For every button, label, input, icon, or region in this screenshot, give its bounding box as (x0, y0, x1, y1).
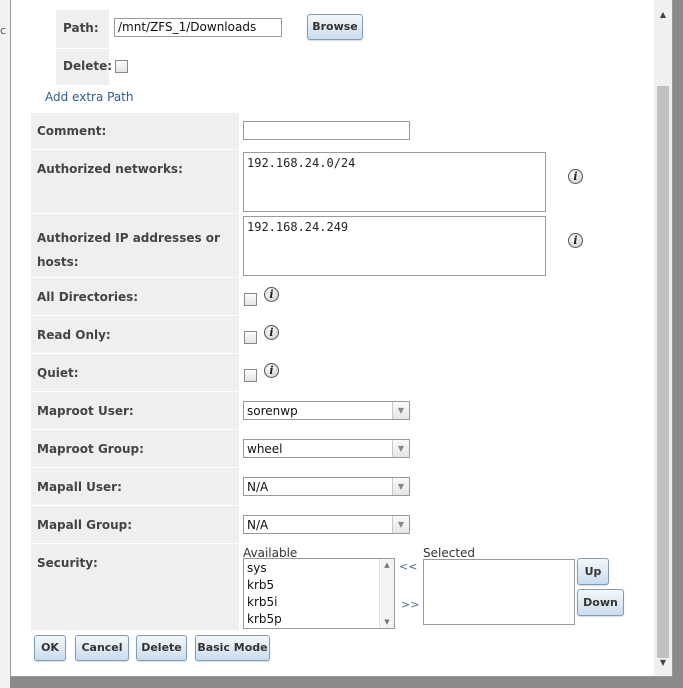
quiet-label: Quiet: (37, 366, 79, 380)
mapall-user-value: N/A (247, 480, 269, 494)
available-listbox[interactable]: sys krb5 krb5i krb5p ▲ ▼ (243, 558, 395, 629)
browse-button[interactable]: Browse (307, 14, 363, 40)
nfs-share-dialog: Path: /mnt/ZFS_1/Downloads Browse Delete… (10, 0, 673, 677)
maproot-user-value: sorenwp (247, 404, 298, 418)
path-label: Path: (63, 21, 99, 35)
authorized-networks-label: Authorized networks: (37, 162, 183, 176)
ok-button[interactable]: OK (34, 635, 66, 661)
info-icon[interactable]: i (568, 233, 583, 248)
authorized-hosts-label-line2: hosts: (37, 255, 79, 269)
move-right-button[interactable]: >> (401, 598, 419, 611)
comment-label-cell: Comment: (31, 113, 239, 149)
delete-button[interactable]: Delete (136, 635, 187, 661)
chevron-down-icon[interactable]: ▼ (392, 402, 409, 419)
quiet-checkbox[interactable] (244, 369, 257, 382)
selected-listbox[interactable] (423, 559, 575, 625)
mapall-user-label-cell: Mapall User: (31, 468, 239, 505)
info-icon[interactable]: i (264, 325, 279, 340)
info-icon[interactable]: i (264, 287, 279, 302)
delete-label-cell: Delete: (56, 49, 113, 85)
read-only-label: Read Only: (37, 328, 111, 342)
delete-checkbox[interactable] (115, 60, 128, 73)
list-item[interactable]: sys (247, 561, 267, 575)
background-page: c (0, 0, 10, 688)
path-input[interactable]: /mnt/ZFS_1/Downloads (114, 18, 282, 37)
dialog-scrollbar[interactable]: ▲ ▼ (654, 0, 672, 676)
list-item[interactable]: krb5p (247, 612, 282, 626)
add-extra-path-link[interactable]: Add extra Path (45, 90, 134, 104)
maproot-group-label-cell: Maproot Group: (31, 430, 239, 467)
down-button[interactable]: Down (577, 589, 624, 616)
mapall-user-label: Mapall User: (37, 480, 122, 494)
scroll-up-icon[interactable]: ▲ (380, 559, 394, 571)
mapall-group-label-cell: Mapall Group: (31, 506, 239, 543)
chevron-down-icon[interactable]: ▼ (392, 478, 409, 495)
authorized-hosts-label-line1: Authorized IP addresses or (37, 231, 220, 245)
selected-label: Selected (423, 546, 476, 560)
authorized-networks-textarea[interactable]: 192.168.24.0/24 (243, 152, 546, 212)
up-button[interactable]: Up (577, 558, 609, 585)
scrollbar-thumb[interactable] (657, 86, 669, 658)
cancel-button[interactable]: Cancel (75, 635, 129, 661)
mapall-group-select[interactable]: N/A ▼ (243, 515, 410, 534)
list-item[interactable]: krb5 (247, 578, 274, 592)
maproot-user-label-cell: Maproot User: (31, 392, 239, 429)
info-icon[interactable]: i (568, 169, 583, 184)
all-directories-label-cell: All Directories: (31, 278, 239, 315)
maproot-user-select[interactable]: sorenwp ▼ (243, 401, 410, 420)
authorized-hosts-textarea[interactable]: 192.168.24.249 (243, 216, 546, 276)
authorized-networks-label-cell: Authorized networks: (31, 150, 239, 213)
dialog-content: Path: /mnt/ZFS_1/Downloads Browse Delete… (11, 0, 654, 676)
maproot-group-label: Maproot Group: (37, 442, 144, 456)
quiet-label-cell: Quiet: (31, 354, 239, 391)
scroll-down-icon[interactable]: ▼ (380, 616, 394, 628)
mapall-group-label: Mapall Group: (37, 518, 133, 532)
security-label-cell: Security: (31, 544, 239, 630)
list-item[interactable]: krb5i (247, 595, 277, 609)
scroll-down-icon[interactable]: ▼ (656, 656, 670, 670)
maproot-group-select[interactable]: wheel ▼ (243, 439, 410, 458)
comment-input[interactable] (243, 121, 410, 140)
move-left-button[interactable]: << (399, 560, 417, 573)
listbox-scrollbar[interactable]: ▲ ▼ (379, 559, 394, 628)
maproot-user-label: Maproot User: (37, 404, 134, 418)
chevron-down-icon[interactable]: ▼ (392, 516, 409, 533)
authorized-hosts-label-cell: Authorized IP addresses or hosts: (31, 214, 239, 277)
comment-label: Comment: (37, 124, 107, 138)
read-only-checkbox[interactable] (244, 331, 257, 344)
all-directories-checkbox[interactable] (244, 293, 257, 306)
read-only-label-cell: Read Only: (31, 316, 239, 353)
security-label: Security: (37, 556, 98, 570)
all-directories-label: All Directories: (37, 290, 139, 304)
background-text: c (0, 24, 7, 37)
basic-mode-button[interactable]: Basic Mode (195, 635, 270, 661)
delete-label: Delete: (63, 59, 113, 73)
scroll-up-icon[interactable]: ▲ (656, 8, 670, 22)
mapall-user-select[interactable]: N/A ▼ (243, 477, 410, 496)
maproot-group-value: wheel (247, 442, 283, 456)
mapall-group-value: N/A (247, 518, 269, 532)
info-icon[interactable]: i (264, 363, 279, 378)
chevron-down-icon[interactable]: ▼ (392, 440, 409, 457)
path-label-cell: Path: (56, 10, 109, 48)
